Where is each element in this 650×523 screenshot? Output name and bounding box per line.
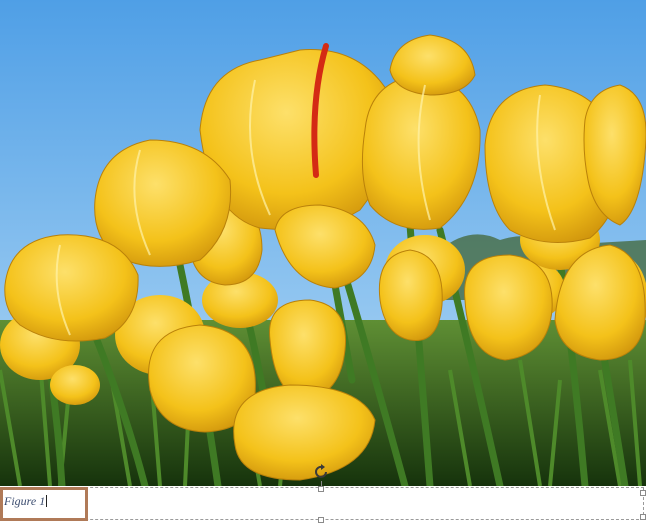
tulip-photo-graphic xyxy=(0,0,646,486)
caption-text: Figure 1 xyxy=(4,494,46,508)
text-cursor xyxy=(46,495,48,507)
tulip-photo[interactable] xyxy=(0,0,646,486)
top-handle[interactable] xyxy=(318,486,324,492)
right-bottom-handle[interactable] xyxy=(640,514,646,520)
right-top-handle[interactable] xyxy=(640,490,646,496)
bottom-handle[interactable] xyxy=(318,517,324,523)
caption-textbox[interactable]: Figure 1 xyxy=(0,487,88,521)
rotate-handle-icon[interactable] xyxy=(314,464,330,482)
